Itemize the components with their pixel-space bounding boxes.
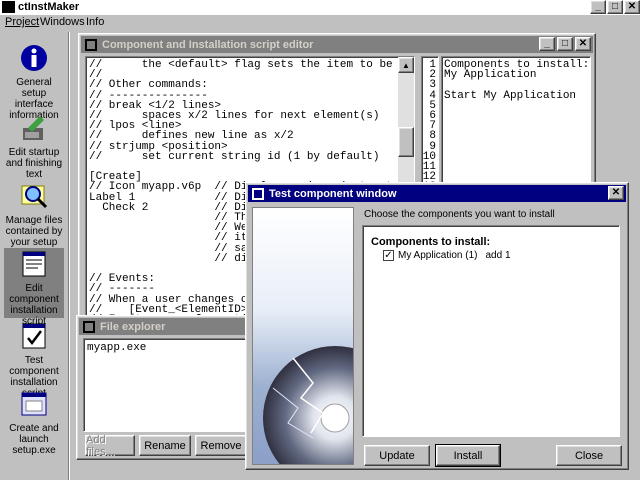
editor-close-button[interactable]: ✕ — [575, 37, 591, 51]
component-label: My Application (1) — [398, 250, 478, 261]
test-close-button[interactable]: ✕ — [608, 186, 624, 200]
rename-button[interactable]: Rename — [139, 435, 191, 456]
tool-edit-startup[interactable]: Edit startup and finishing text — [4, 114, 64, 180]
app-icon — [2, 1, 15, 13]
script-icon — [22, 251, 46, 277]
checkmark-icon — [22, 323, 46, 349]
left-toolbar: General setup interface information Edit… — [0, 32, 68, 480]
menu-bar: Project Windows Info — [0, 15, 640, 30]
update-button[interactable]: Update — [364, 445, 430, 466]
preview-line: Start My Application — [444, 89, 577, 102]
file-list[interactable]: myapp.exe — [83, 338, 259, 432]
window-icon — [83, 320, 95, 333]
scroll-thumb[interactable] — [398, 127, 414, 157]
code-line: // set current string id (1 by default) — [89, 150, 380, 163]
info-icon — [21, 45, 47, 71]
component-extra: add 1 — [485, 250, 511, 261]
install-button[interactable]: Install — [435, 444, 501, 467]
launch-icon — [21, 392, 47, 416]
menu-project[interactable]: Project — [5, 16, 39, 28]
scroll-up-arrow[interactable]: ▲ — [398, 57, 414, 73]
menu-info[interactable]: Info — [86, 16, 104, 28]
menu-windows[interactable]: Windows — [40, 16, 85, 28]
app-close-button[interactable]: ✕ — [624, 0, 640, 14]
tool-edit-script[interactable]: Edit component installation script — [4, 248, 64, 327]
window-icon — [85, 38, 97, 51]
instruction-text: Choose the components you want to instal… — [364, 209, 555, 220]
app-maximize-button[interactable]: □ — [607, 0, 623, 14]
toolbar-divider — [68, 32, 70, 480]
file-explorer-window: File explorer myapp.exe Add files... Ren… — [76, 315, 266, 460]
test-titlebar: Test component window ✕ — [248, 185, 626, 202]
magnifier-icon — [21, 185, 48, 209]
cd-banner-image — [252, 207, 354, 465]
editor-titlebar: Component and Installation script editor… — [81, 36, 593, 53]
window-icon — [252, 187, 264, 200]
close-button[interactable]: Close — [556, 445, 622, 466]
remove-button[interactable]: Remove — [195, 435, 247, 456]
file-explorer-title: File explorer — [100, 320, 166, 333]
editor-minimize-button[interactable]: _ — [539, 37, 555, 51]
tool-manage-files[interactable]: Manage files contained by your setup — [4, 182, 64, 248]
code-line: // the <default> flag sets the item to b… — [89, 59, 414, 71]
test-component-window: Test component window ✕ Choose the compo… — [245, 182, 629, 470]
cd-disc-icon — [263, 346, 353, 464]
component-checkbox[interactable]: ✓ — [383, 250, 394, 261]
app-title: ctInstMaker — [18, 1, 80, 13]
component-row[interactable]: ✓ My Application (1) add 1 — [383, 250, 511, 261]
editor-maximize-button[interactable]: □ — [557, 37, 573, 51]
preview-line: My Application — [444, 69, 537, 82]
components-heading: Components to install: — [371, 236, 491, 248]
tool-test-script[interactable]: Test component installation script — [4, 322, 64, 399]
add-files-button[interactable]: Add files... — [85, 434, 135, 458]
tool-create-setup[interactable]: Create and launch setup.exe — [4, 390, 64, 456]
pen-icon — [23, 116, 44, 140]
tool-general-setup[interactable]: General setup interface information — [4, 44, 64, 121]
file-item[interactable]: myapp.exe — [87, 342, 146, 353]
editor-title: Component and Installation script editor — [102, 38, 314, 51]
file-explorer-titlebar: File explorer — [79, 318, 263, 335]
app-titlebar: ctInstMaker _ □ ✕ — [0, 0, 640, 15]
components-panel: Components to install: ✓ My Application … — [362, 225, 620, 437]
test-title: Test component window — [269, 187, 397, 200]
app-minimize-button[interactable]: _ — [590, 0, 606, 14]
